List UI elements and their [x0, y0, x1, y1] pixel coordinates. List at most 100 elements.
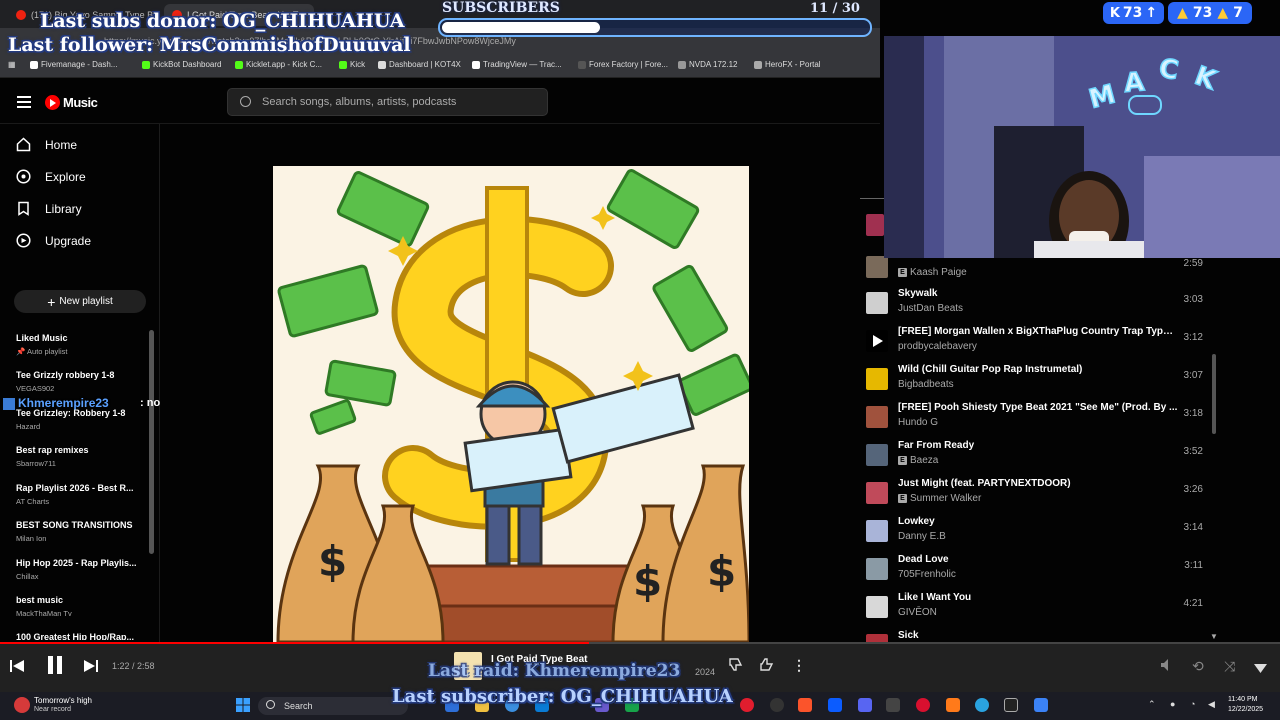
queue-thumb[interactable] — [866, 406, 888, 428]
weather-icon[interactable] — [14, 697, 30, 713]
apps-grid-icon[interactable]: ▦ — [8, 60, 16, 69]
terminal-icon[interactable] — [1004, 698, 1018, 712]
more-options-icon[interactable]: ⋮ — [792, 657, 806, 674]
queue-item[interactable]: [FREE] Pooh Shiesty Type Beat 2021 "See … — [864, 402, 1209, 440]
zoom-icon[interactable] — [828, 698, 842, 712]
queue-item[interactable]: [FREE] Morgan Wallen x BigXThaPlug Count… — [864, 326, 1209, 364]
repeat-icon[interactable]: ⟲ — [1192, 658, 1204, 675]
windows-start-icon[interactable] — [236, 698, 250, 717]
app-icon[interactable] — [916, 698, 930, 712]
queue-item[interactable]: Wild (Chill Guitar Pop Rap Instrumetal) B… — [864, 364, 1209, 402]
like-icon[interactable] — [759, 657, 774, 677]
queue-scrollbar[interactable] — [1212, 354, 1216, 434]
queue-item-artist: Danny E.B — [898, 531, 946, 542]
queue-thumb[interactable] — [866, 444, 888, 466]
playlist-title[interactable]: 100 Greatest Hip Hop/Rap... — [16, 632, 134, 640]
queue-thumb[interactable] — [866, 482, 888, 504]
queue-item-duration: 2:59 — [1183, 258, 1203, 269]
weather-title[interactable]: Tomorrow's high — [34, 696, 92, 705]
queue-thumb[interactable] — [866, 634, 888, 642]
bookmark[interactable]: Forex Factory | Fore... — [578, 60, 668, 69]
sidebar-item-upgrade[interactable]: Upgrade — [16, 233, 91, 248]
sidebar-item-home[interactable]: Home — [16, 137, 77, 152]
likes-extra: 7 — [1233, 5, 1243, 21]
bookmark[interactable]: HeroFX - Portal — [754, 60, 821, 69]
queue-thumb[interactable] — [866, 558, 888, 580]
queue-thumb[interactable] — [866, 292, 888, 314]
queue-item[interactable]: Like I Want You GIVĒON 4:21 — [864, 592, 1209, 630]
ytm-logo-icon[interactable] — [45, 95, 60, 110]
telegram-icon[interactable] — [975, 698, 989, 712]
youtube-icon[interactable] — [740, 698, 754, 712]
queue-item[interactable]: Just Might (feat. PARTYNEXTDOOR) E Summer … — [864, 478, 1209, 516]
dislike-icon[interactable] — [728, 657, 743, 677]
time-display: 1:22 / 2:58 — [112, 661, 155, 671]
queue-thumb[interactable] — [866, 256, 888, 278]
sidebar-item-explore[interactable]: Explore — [16, 169, 86, 184]
queue-thumb[interactable] — [866, 596, 888, 618]
playlist-sub: AT Charts — [16, 497, 50, 506]
clock-time[interactable]: 11:40 PM — [1228, 696, 1257, 703]
bookmark[interactable]: TradingView — Trac... — [472, 60, 562, 69]
bookmark[interactable]: Dashboard | KOT4X — [378, 60, 461, 69]
volume-icon[interactable]: ◀ — [1208, 699, 1215, 710]
playlist-title[interactable]: Hip Hop 2025 - Rap Playlis... — [16, 558, 137, 568]
subscribers-goal-fill — [442, 22, 600, 33]
svg-text:$: $ — [707, 547, 736, 596]
sidebar-item-library[interactable]: Library — [16, 201, 82, 216]
sidebar-item-label: Library — [45, 201, 82, 216]
app-icon[interactable] — [886, 698, 900, 712]
mic-icon[interactable]: ● — [1170, 699, 1175, 709]
playlist-title[interactable]: Best rap remixes — [16, 445, 89, 455]
previous-icon[interactable] — [10, 659, 24, 677]
bookmark[interactable]: NVDA 172.12 — [678, 60, 737, 69]
sidebar-scrollbar[interactable] — [149, 330, 154, 554]
next-icon[interactable] — [84, 659, 98, 677]
expand-queue-icon[interactable] — [1254, 660, 1267, 678]
likes-count: 73 — [1192, 5, 1213, 21]
play-icon[interactable] — [866, 330, 888, 352]
bookmark[interactable]: Kicklet.app - Kick C... — [235, 60, 322, 69]
kick-count: 73 — [1122, 5, 1143, 21]
brave-icon[interactable] — [798, 698, 812, 712]
new-playlist-button[interactable]: + New playlist — [14, 290, 146, 313]
queue-item-artist: E Baeza — [898, 455, 938, 466]
playlist-title[interactable]: BEST SONG TRANSITIONS — [16, 520, 133, 530]
queue-item[interactable]: Sick — [864, 630, 1209, 642]
wifi-icon[interactable]: ◔ — [1190, 699, 1195, 709]
discord-icon[interactable] — [858, 698, 872, 712]
playlist-title[interactable]: Tee Grizzly robbery 1-8 — [16, 370, 114, 380]
notepad-icon[interactable] — [1034, 698, 1048, 712]
pause-icon[interactable] — [45, 655, 65, 680]
queue-item-artist: E Kaash Paige — [898, 267, 967, 278]
queue-thumb[interactable] — [866, 368, 888, 390]
chevron-up-icon[interactable]: ⌃ — [1148, 699, 1156, 710]
shuffle-icon[interactable]: ⤨ — [1224, 658, 1235, 675]
taskbar-search-label: Search — [284, 701, 313, 711]
clock-date[interactable]: 12/22/2025 — [1228, 706, 1263, 713]
chat-badge-icon — [3, 397, 15, 410]
bookmark[interactable]: Fivemanage - Dash... — [30, 60, 117, 69]
queue-thumb[interactable] — [866, 520, 888, 542]
taskbar-search-input[interactable] — [258, 697, 408, 715]
progress-bar-fill — [0, 642, 589, 644]
scroll-down-icon[interactable]: ▼ — [1210, 632, 1218, 641]
obs-icon[interactable] — [770, 698, 784, 712]
queue-item[interactable]: Lowkey Danny E.B 3:14 — [864, 516, 1209, 554]
ytm-logo-text[interactable]: Music — [63, 95, 98, 110]
volume-icon[interactable] — [1160, 658, 1174, 677]
app-icon[interactable] — [946, 698, 960, 712]
menu-icon[interactable] — [17, 96, 31, 108]
playlist-sub: Chillax — [16, 572, 39, 581]
bookmark[interactable]: Kick — [339, 60, 365, 69]
playlist-title[interactable]: Rap Playlist 2026 - Best R... — [16, 483, 134, 493]
queue-item[interactable]: Skywalk JustDan Beats 3:03 — [864, 288, 1209, 326]
queue-item-duration: 3:14 — [1183, 522, 1203, 533]
queue-item[interactable]: Far From Ready E Baeza 3:52 — [864, 440, 1209, 478]
bookmark[interactable]: KickBot Dashboard — [142, 60, 221, 69]
queue-item-artist: prodbycalebavery — [898, 341, 977, 352]
compass-icon — [16, 169, 31, 184]
playlist-title[interactable]: Liked Music — [16, 333, 68, 343]
queue-item[interactable]: Dead Love 705Frenholic 3:11 — [864, 554, 1209, 592]
playlist-title[interactable]: best music — [16, 595, 63, 605]
